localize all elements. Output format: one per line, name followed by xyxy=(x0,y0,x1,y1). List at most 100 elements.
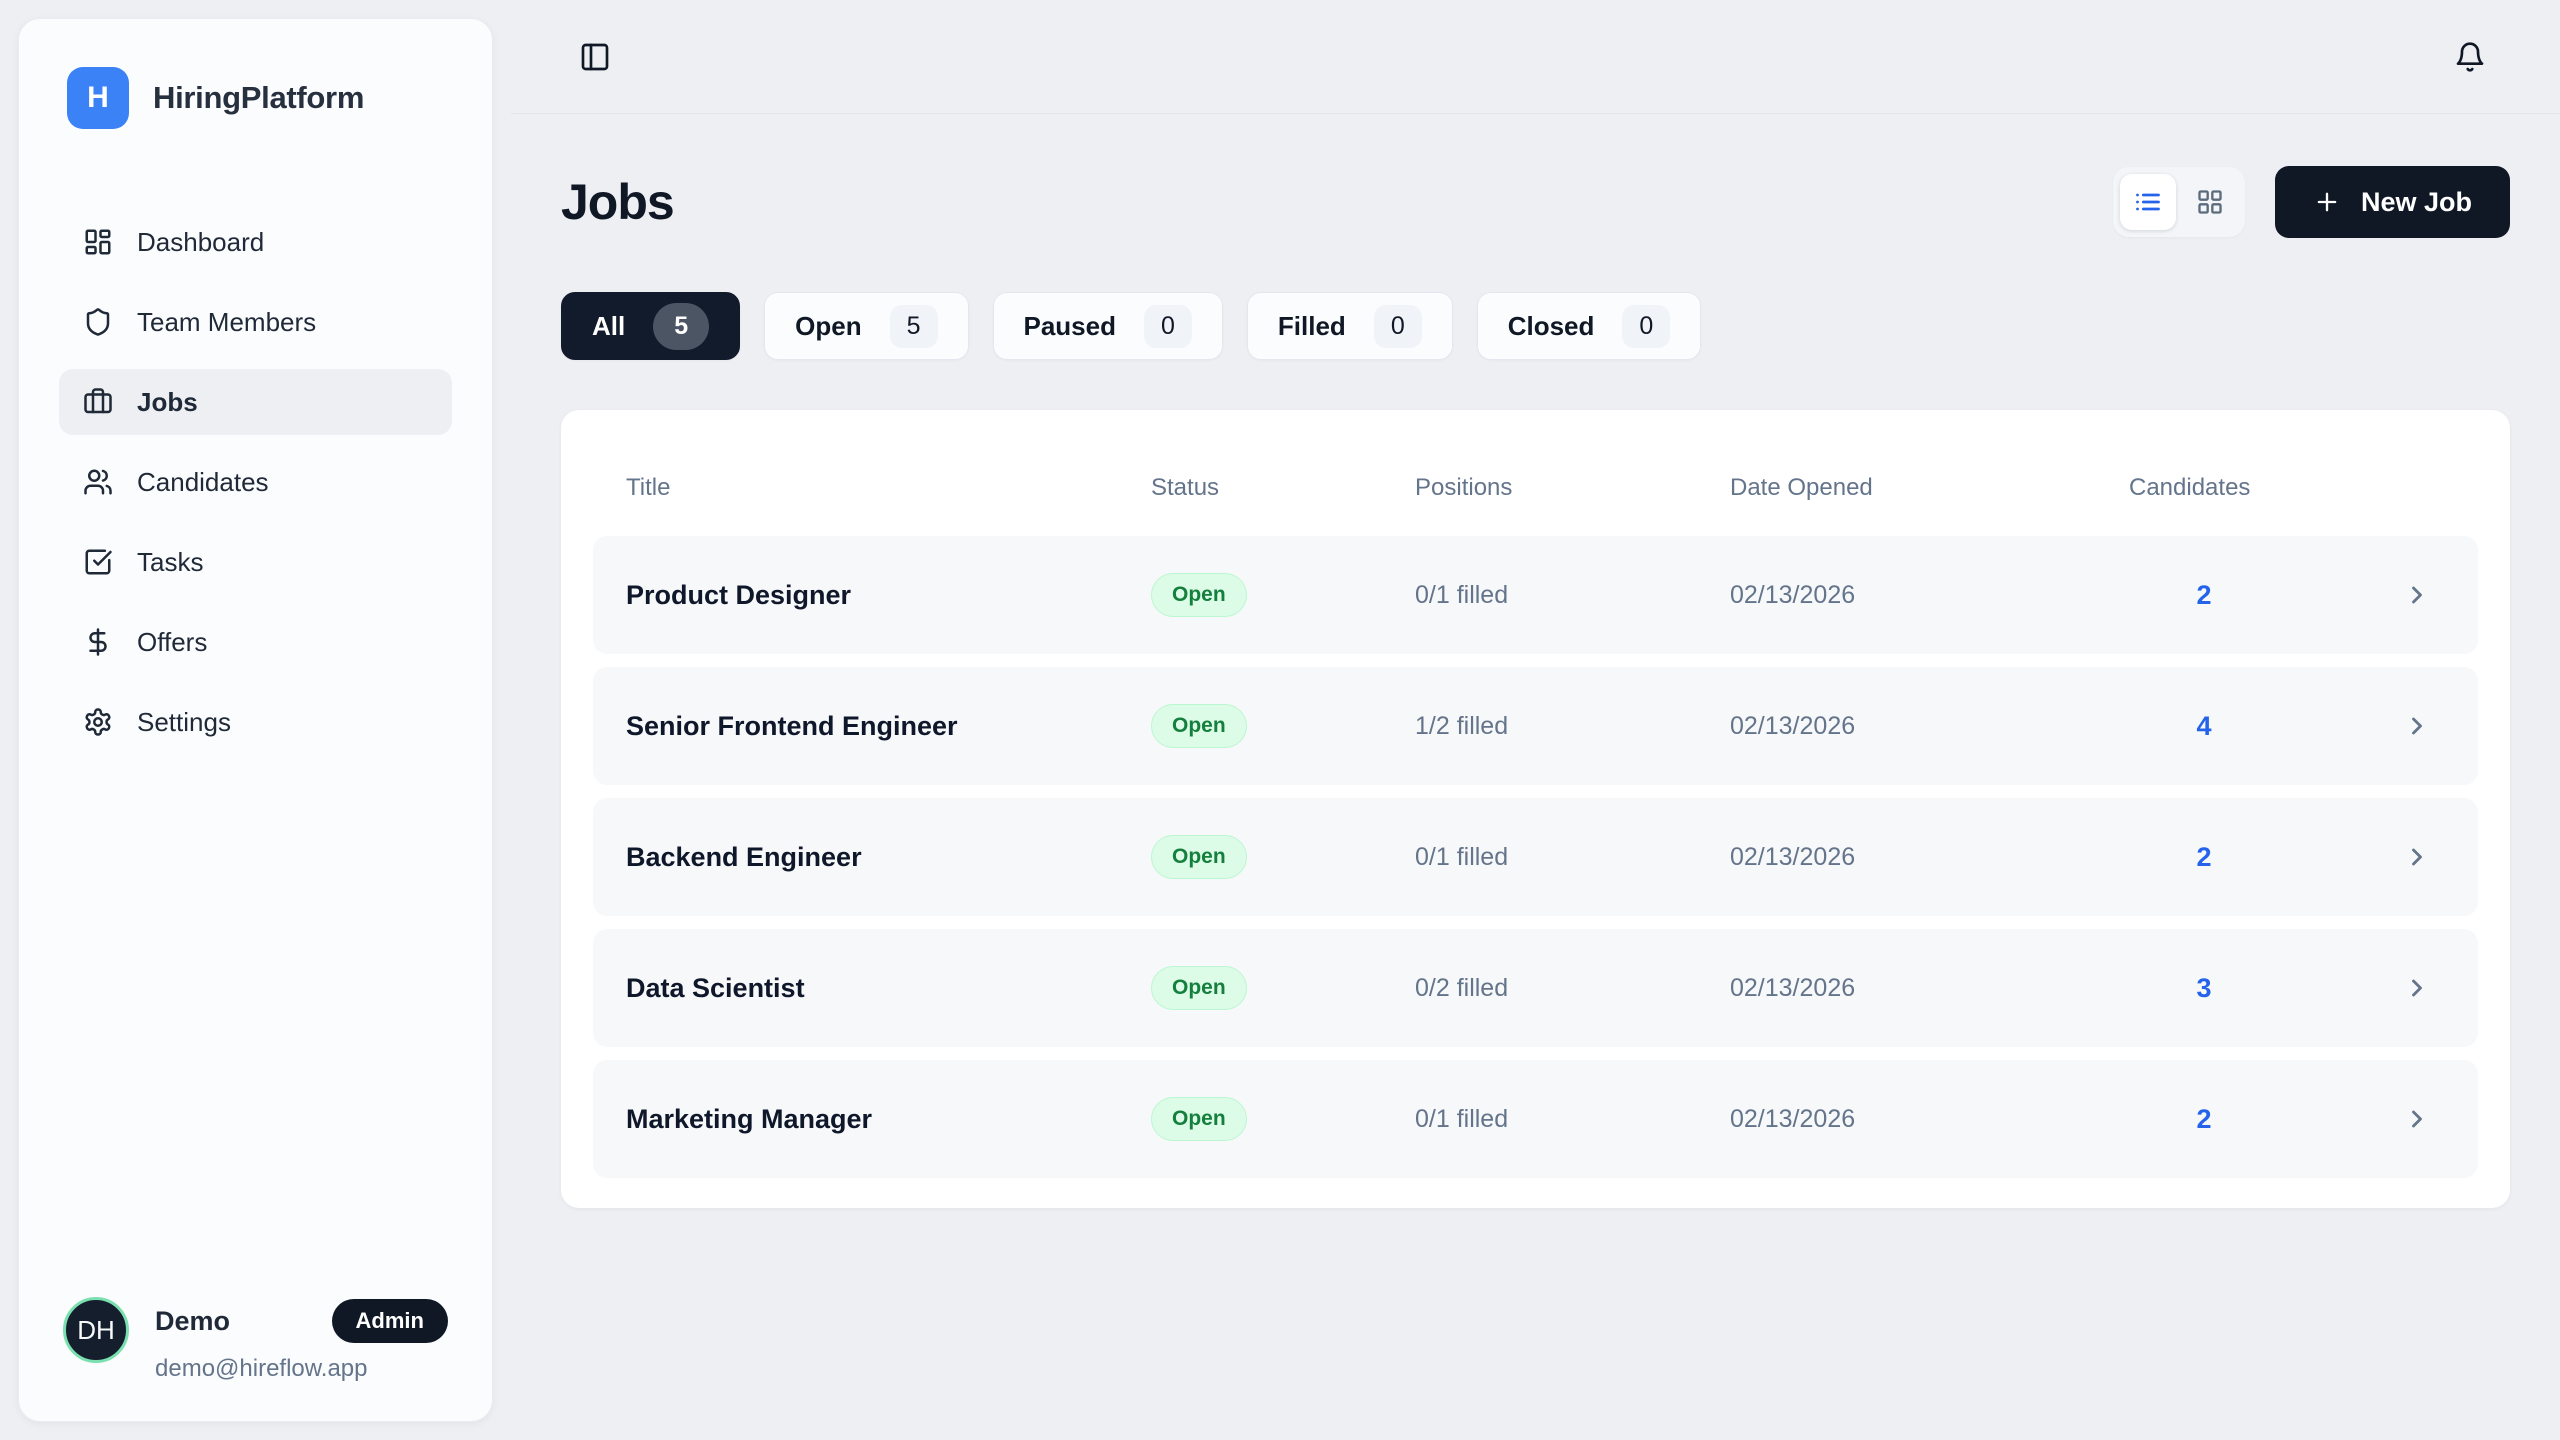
briefcase-icon xyxy=(83,387,113,417)
filter-label: Closed xyxy=(1508,311,1595,342)
table-header-row: Title Status Positions Date Opened Candi… xyxy=(593,440,2478,536)
filter-tab-filled[interactable]: Filled 0 xyxy=(1247,292,1453,360)
filter-label: Paused xyxy=(1024,311,1117,342)
positions-filled: 0/1 filled xyxy=(1415,581,1730,610)
positions-filled: 0/1 filled xyxy=(1415,843,1730,872)
users-icon xyxy=(83,467,113,497)
job-title: Senior Frontend Engineer xyxy=(626,711,1151,742)
status-badge: Open xyxy=(1151,1097,1247,1141)
sidebar-nav: Dashboard Team Members Jobs Candidates T… xyxy=(59,209,452,755)
panel-left-icon xyxy=(579,41,611,73)
sidebar-item-settings[interactable]: Settings xyxy=(59,689,452,755)
column-header-title: Title xyxy=(626,474,1151,502)
column-header-positions: Positions xyxy=(1415,474,1730,502)
bell-icon xyxy=(2454,41,2486,73)
row-open-button[interactable] xyxy=(2403,974,2445,1002)
table-row[interactable]: Data Scientist Open 0/2 filled 02/13/202… xyxy=(593,929,2478,1047)
date-opened: 02/13/2026 xyxy=(1730,581,2129,610)
dashboard-icon xyxy=(83,227,113,257)
candidates-count-link[interactable]: 4 xyxy=(2129,711,2279,742)
view-mode-toggle xyxy=(2113,167,2245,237)
status-badge: Open xyxy=(1151,966,1247,1010)
sidebar-item-tasks[interactable]: Tasks xyxy=(59,529,452,595)
filter-count-badge: 5 xyxy=(653,303,709,350)
candidates-count-link[interactable]: 2 xyxy=(2129,580,2279,611)
filter-tab-all[interactable]: All 5 xyxy=(561,292,740,360)
job-title: Data Scientist xyxy=(626,973,1151,1004)
content: Jobs xyxy=(511,114,2560,1440)
column-header-date-opened: Date Opened xyxy=(1730,474,2129,502)
chevron-right-icon xyxy=(2403,712,2431,740)
sidebar-item-label: Offers xyxy=(137,627,207,658)
sidebar-item-offers[interactable]: Offers xyxy=(59,609,452,675)
table-row[interactable]: Backend Engineer Open 0/1 filled 02/13/2… xyxy=(593,798,2478,916)
filter-label: Open xyxy=(795,311,861,342)
date-opened: 02/13/2026 xyxy=(1730,974,2129,1003)
list-view-icon xyxy=(2134,188,2162,216)
sidebar-item-jobs[interactable]: Jobs xyxy=(59,369,452,435)
sidebar-item-label: Candidates xyxy=(137,467,269,498)
plus-icon xyxy=(2313,188,2341,216)
table-row[interactable]: Senior Frontend Engineer Open 1/2 filled… xyxy=(593,667,2478,785)
positions-filled: 1/2 filled xyxy=(1415,712,1730,741)
gear-icon xyxy=(83,707,113,737)
new-job-button[interactable]: New Job xyxy=(2275,166,2510,238)
row-open-button[interactable] xyxy=(2403,1105,2445,1133)
candidates-count-link[interactable]: 3 xyxy=(2129,973,2279,1004)
app-name: HiringPlatform xyxy=(153,80,364,116)
column-header-candidates: Candidates xyxy=(2129,474,2279,502)
user-info: Demo Admin demo@hireflow.app xyxy=(155,1297,448,1383)
sidebar-item-team-members[interactable]: Team Members xyxy=(59,289,452,355)
sidebar-item-label: Tasks xyxy=(137,547,203,578)
positions-filled: 0/1 filled xyxy=(1415,1105,1730,1134)
status-badge: Open xyxy=(1151,835,1247,879)
row-open-button[interactable] xyxy=(2403,843,2445,871)
chevron-right-icon xyxy=(2403,581,2431,609)
notifications-button[interactable] xyxy=(2450,37,2490,77)
main-area: Jobs xyxy=(511,0,2560,1440)
row-open-button[interactable] xyxy=(2403,581,2445,609)
grid-view-icon xyxy=(2196,188,2224,216)
column-header-status: Status xyxy=(1151,474,1415,502)
sidebar-item-label: Team Members xyxy=(137,307,316,338)
sidebar-item-dashboard[interactable]: Dashboard xyxy=(59,209,452,275)
brand: H HiringPlatform xyxy=(59,67,452,129)
sidebar-item-label: Settings xyxy=(137,707,231,738)
app-logo: H xyxy=(67,67,129,129)
date-opened: 02/13/2026 xyxy=(1730,712,2129,741)
candidates-count-link[interactable]: 2 xyxy=(2129,842,2279,873)
grid-view-button[interactable] xyxy=(2182,174,2238,230)
filter-tab-paused[interactable]: Paused 0 xyxy=(993,292,1223,360)
jobs-table-card: Title Status Positions Date Opened Candi… xyxy=(561,410,2510,1208)
shield-icon xyxy=(83,307,113,337)
date-opened: 02/13/2026 xyxy=(1730,843,2129,872)
sidebar-item-label: Dashboard xyxy=(137,227,264,258)
positions-filled: 0/2 filled xyxy=(1415,974,1730,1003)
row-open-button[interactable] xyxy=(2403,712,2445,740)
topbar xyxy=(511,0,2560,114)
filter-count-badge: 0 xyxy=(1622,305,1670,348)
date-opened: 02/13/2026 xyxy=(1730,1105,2129,1134)
table-row[interactable]: Product Designer Open 0/1 filled 02/13/2… xyxy=(593,536,2478,654)
filter-tab-open[interactable]: Open 5 xyxy=(764,292,968,360)
role-badge: Admin xyxy=(332,1299,448,1343)
job-title: Marketing Manager xyxy=(626,1104,1151,1135)
list-view-button[interactable] xyxy=(2120,174,2176,230)
user-name: Demo xyxy=(155,1306,230,1337)
status-badge: Open xyxy=(1151,573,1247,617)
sidebar-toggle-button[interactable] xyxy=(575,37,615,77)
task-check-icon xyxy=(83,547,113,577)
user-profile[interactable]: DH Demo Admin demo@hireflow.app xyxy=(59,1297,452,1383)
chevron-right-icon xyxy=(2403,974,2431,1002)
page-title: Jobs xyxy=(561,173,674,231)
sidebar-item-candidates[interactable]: Candidates xyxy=(59,449,452,515)
jobs-table-body: Product Designer Open 0/1 filled 02/13/2… xyxy=(593,536,2478,1178)
table-row[interactable]: Marketing Manager Open 0/1 filled 02/13/… xyxy=(593,1060,2478,1178)
filter-tab-closed[interactable]: Closed 0 xyxy=(1477,292,1702,360)
candidates-count-link[interactable]: 2 xyxy=(2129,1104,2279,1135)
filter-label: All xyxy=(592,311,625,342)
chevron-right-icon xyxy=(2403,843,2431,871)
filter-count-badge: 5 xyxy=(890,305,938,348)
sidebar-item-label: Jobs xyxy=(137,387,198,418)
job-title: Backend Engineer xyxy=(626,842,1151,873)
